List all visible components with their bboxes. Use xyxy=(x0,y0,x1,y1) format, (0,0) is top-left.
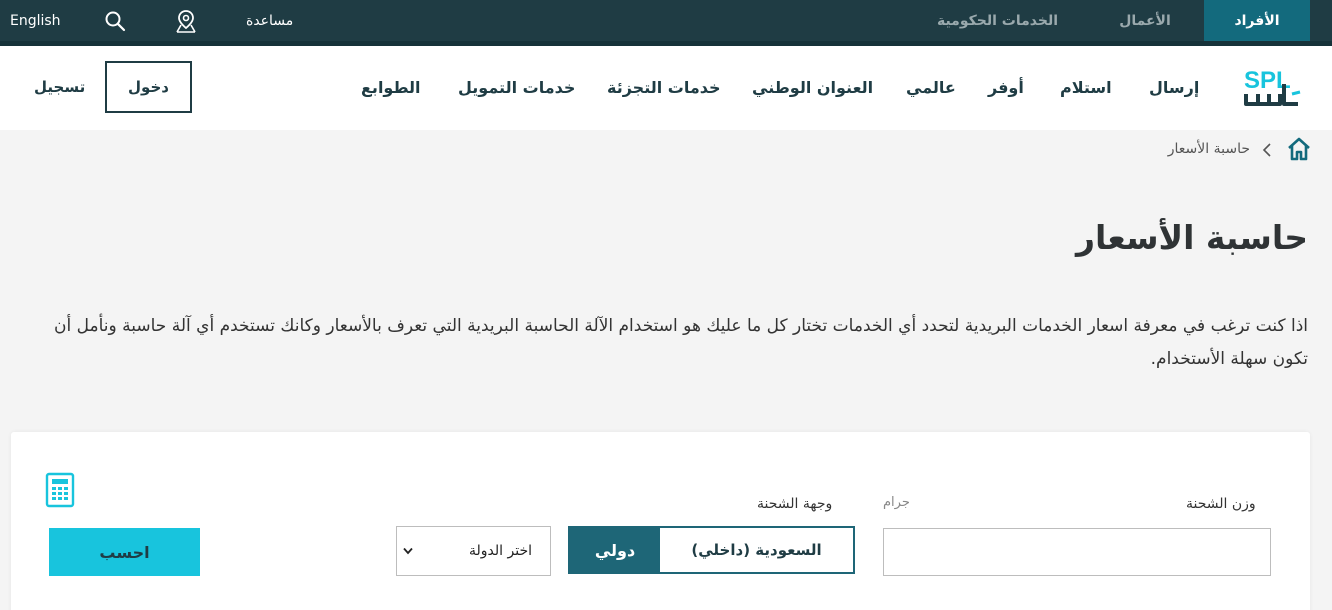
tab-government-services[interactable]: الخدمات الحكومية xyxy=(920,0,1075,41)
nav-save[interactable]: أوفر xyxy=(988,78,1024,97)
spl-logo[interactable]: SPL xyxy=(1240,64,1304,110)
country-select[interactable]: اختر الدولة xyxy=(396,526,551,576)
destination-domestic-option[interactable]: السعودية (داخلي) xyxy=(660,528,853,572)
weight-input[interactable] xyxy=(883,528,1271,576)
nav-finance-services[interactable]: خدمات التمويل xyxy=(458,78,575,97)
register-link[interactable]: تسجيل xyxy=(34,78,85,96)
page-description: اذا كنت ترغب في معرفة اسعار الخدمات البر… xyxy=(54,316,1308,369)
home-icon[interactable] xyxy=(1286,136,1312,166)
weight-unit: جرام xyxy=(883,495,910,510)
destination-label: وجهة الشحنة xyxy=(757,496,833,512)
price-calculator-card xyxy=(11,432,1310,610)
destination-toggle[interactable]: دولي السعودية (داخلي) xyxy=(568,526,855,574)
calculate-button[interactable]: احسب xyxy=(49,528,200,576)
nav-stamps[interactable]: الطوابع xyxy=(361,78,421,97)
login-button[interactable]: دخول xyxy=(105,61,192,113)
search-icon[interactable] xyxy=(104,0,126,41)
tab-business[interactable]: الأعمال xyxy=(1090,0,1200,41)
nav-receive[interactable]: استلام xyxy=(1060,78,1112,97)
language-switch[interactable]: English xyxy=(10,0,61,41)
country-select-value: اختر الدولة xyxy=(469,543,532,559)
nav-international[interactable]: عالمي xyxy=(906,78,956,97)
breadcrumb xyxy=(0,134,1332,166)
destination-international-option[interactable]: دولي xyxy=(570,528,660,572)
nav-national-address[interactable]: العنوان الوطني xyxy=(752,78,873,97)
nav-retail-services[interactable]: خدمات التجزئة xyxy=(607,78,721,97)
breadcrumb-current: حاسبة الأسعار xyxy=(1167,141,1250,157)
nav-send[interactable]: إرسال xyxy=(1149,78,1199,97)
tab-individuals[interactable]: الأفراد xyxy=(1204,0,1310,41)
calculator-icon xyxy=(45,472,75,512)
page-title: حاسبة الأسعار xyxy=(1076,218,1308,257)
chevron-down-icon xyxy=(403,547,413,555)
weight-label: وزن الشحنة xyxy=(1186,496,1256,512)
chevron-left-icon xyxy=(1262,142,1272,162)
map-pin-icon[interactable] xyxy=(173,0,199,41)
help-link[interactable]: مساعدة xyxy=(246,0,293,41)
